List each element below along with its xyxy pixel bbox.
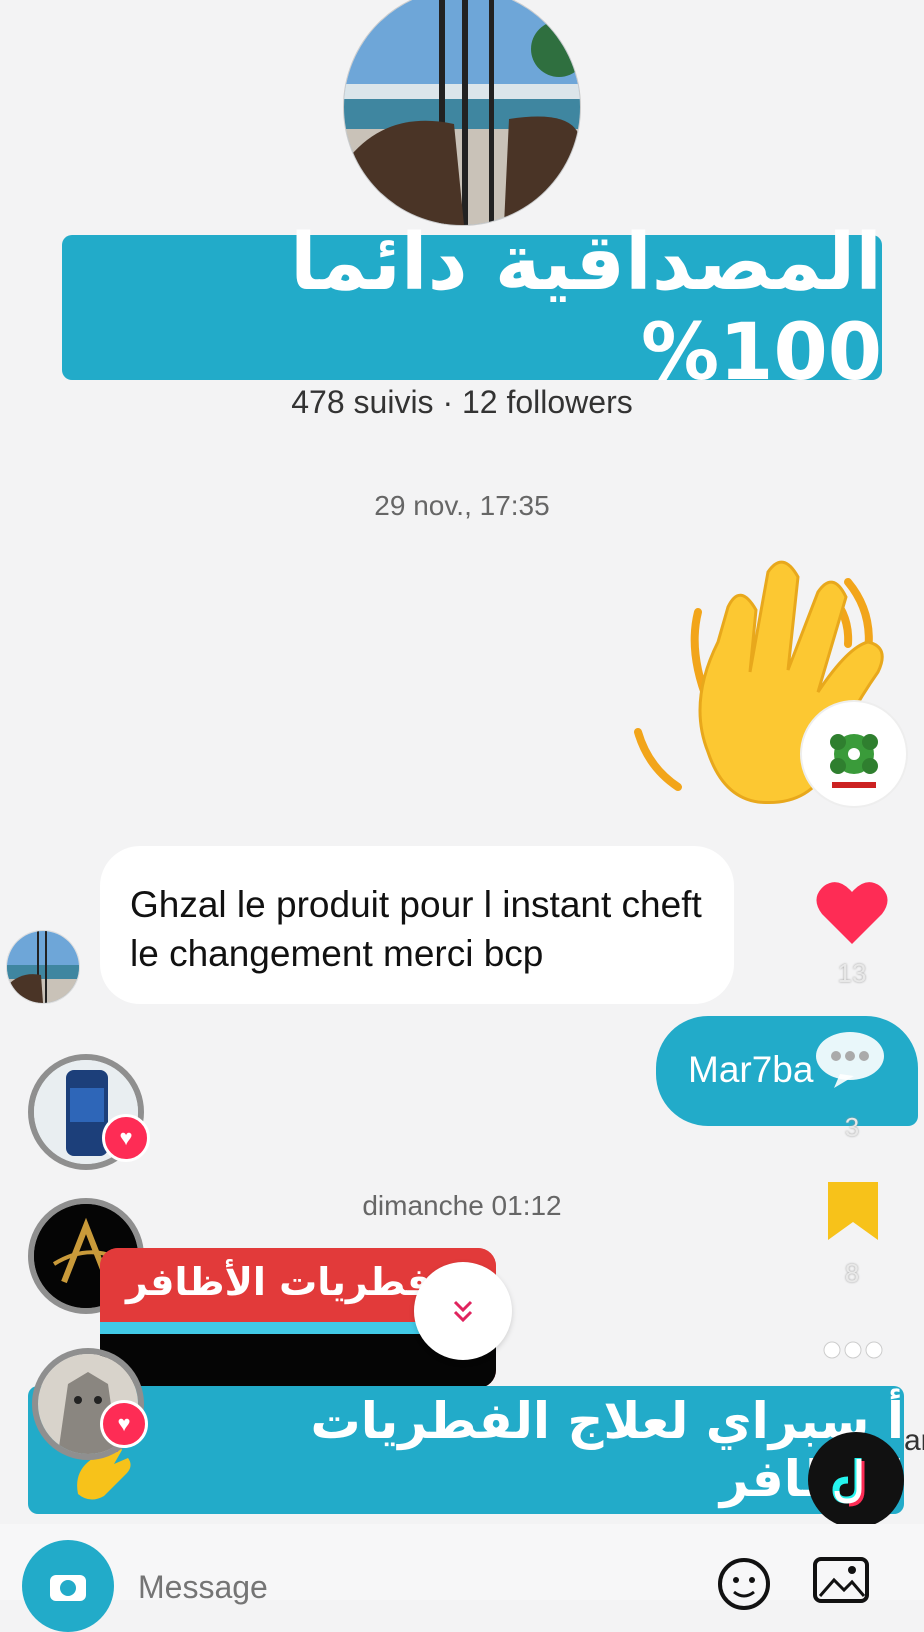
sent-message-text: Mar7ba bbox=[688, 1049, 814, 1090]
profile-avatar[interactable] bbox=[343, 0, 581, 226]
message-timestamp: dimanche 01:12 bbox=[362, 1190, 562, 1221]
comment-count: 3 bbox=[844, 1112, 860, 1142]
more-icon[interactable] bbox=[822, 1340, 884, 1360]
message-timestamp: 29 nov., 17:35 bbox=[374, 490, 550, 521]
image-icon[interactable] bbox=[812, 1556, 870, 1604]
sender-avatar[interactable] bbox=[800, 700, 908, 808]
like-count: 13 bbox=[837, 958, 867, 988]
profile-banner: المصداقية دائما 100% bbox=[62, 218, 882, 398]
contact-avatar[interactable] bbox=[6, 930, 80, 1004]
sticker-icon[interactable] bbox=[716, 1556, 772, 1612]
received-message-text: Ghzal le produit pour l instant cheft le… bbox=[130, 884, 702, 974]
live-banner: أ سبراي لعلاج الفطريات الأظافر bbox=[28, 1386, 904, 1514]
save-count: 8 bbox=[844, 1258, 860, 1288]
viewer-heart-badge: ♥ bbox=[102, 1114, 150, 1162]
camera-icon bbox=[50, 1575, 86, 1601]
heart-icon[interactable] bbox=[814, 878, 890, 948]
chevron-down-icon bbox=[453, 1300, 473, 1323]
banner-text: المصداقية دائما 100% bbox=[290, 217, 882, 398]
tiktok-logo bbox=[808, 1432, 904, 1528]
comment-icon[interactable] bbox=[814, 1030, 886, 1090]
message-input[interactable] bbox=[136, 1568, 440, 1607]
camera-button[interactable] bbox=[22, 1540, 114, 1632]
received-message-bubble[interactable]: Ghzal le produit pour l instant cheft le… bbox=[100, 846, 734, 1004]
live-banner-text: أ سبراي لعلاج الفطريات الأظافر bbox=[310, 1392, 904, 1508]
viewer-heart-badge: ♥ bbox=[100, 1400, 148, 1448]
scroll-down-button[interactable] bbox=[414, 1262, 512, 1360]
edge-text: ar bbox=[904, 1424, 924, 1457]
follow-stats: 478 suivis · 12 followers bbox=[291, 384, 633, 420]
